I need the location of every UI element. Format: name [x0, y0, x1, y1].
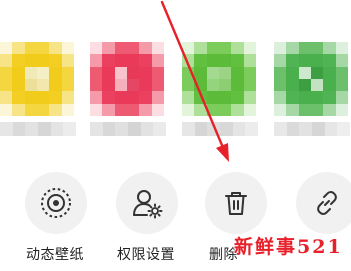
live-wallpaper-button[interactable]: [25, 172, 87, 234]
user-permission-icon: [133, 190, 163, 219]
watermark-text: 新鲜事521: [234, 236, 343, 258]
app-name-blurred: [274, 122, 350, 136]
app-icon-yellow[interactable]: [0, 42, 74, 116]
app-name-blurred: [0, 122, 76, 136]
copy-link-button[interactable]: [296, 172, 351, 234]
trash-icon: [225, 192, 247, 215]
permission-settings-button[interactable]: [116, 172, 178, 234]
app-icon-red[interactable]: [90, 42, 164, 116]
app-name-blurred: [90, 122, 166, 136]
link-icon: [317, 191, 337, 215]
app-icon-green[interactable]: [182, 42, 256, 116]
share-sheet: 动态壁纸 权限设置 删除 新鲜事521: [0, 0, 351, 271]
delete-button[interactable]: [205, 172, 267, 234]
live-wallpaper-label: 动态壁纸: [26, 247, 84, 263]
app-icon-green-alt[interactable]: [274, 42, 348, 116]
permission-settings-label: 权限设置: [117, 247, 175, 263]
live-wallpaper-icon: [41, 188, 71, 218]
app-name-blurred: [182, 122, 258, 136]
